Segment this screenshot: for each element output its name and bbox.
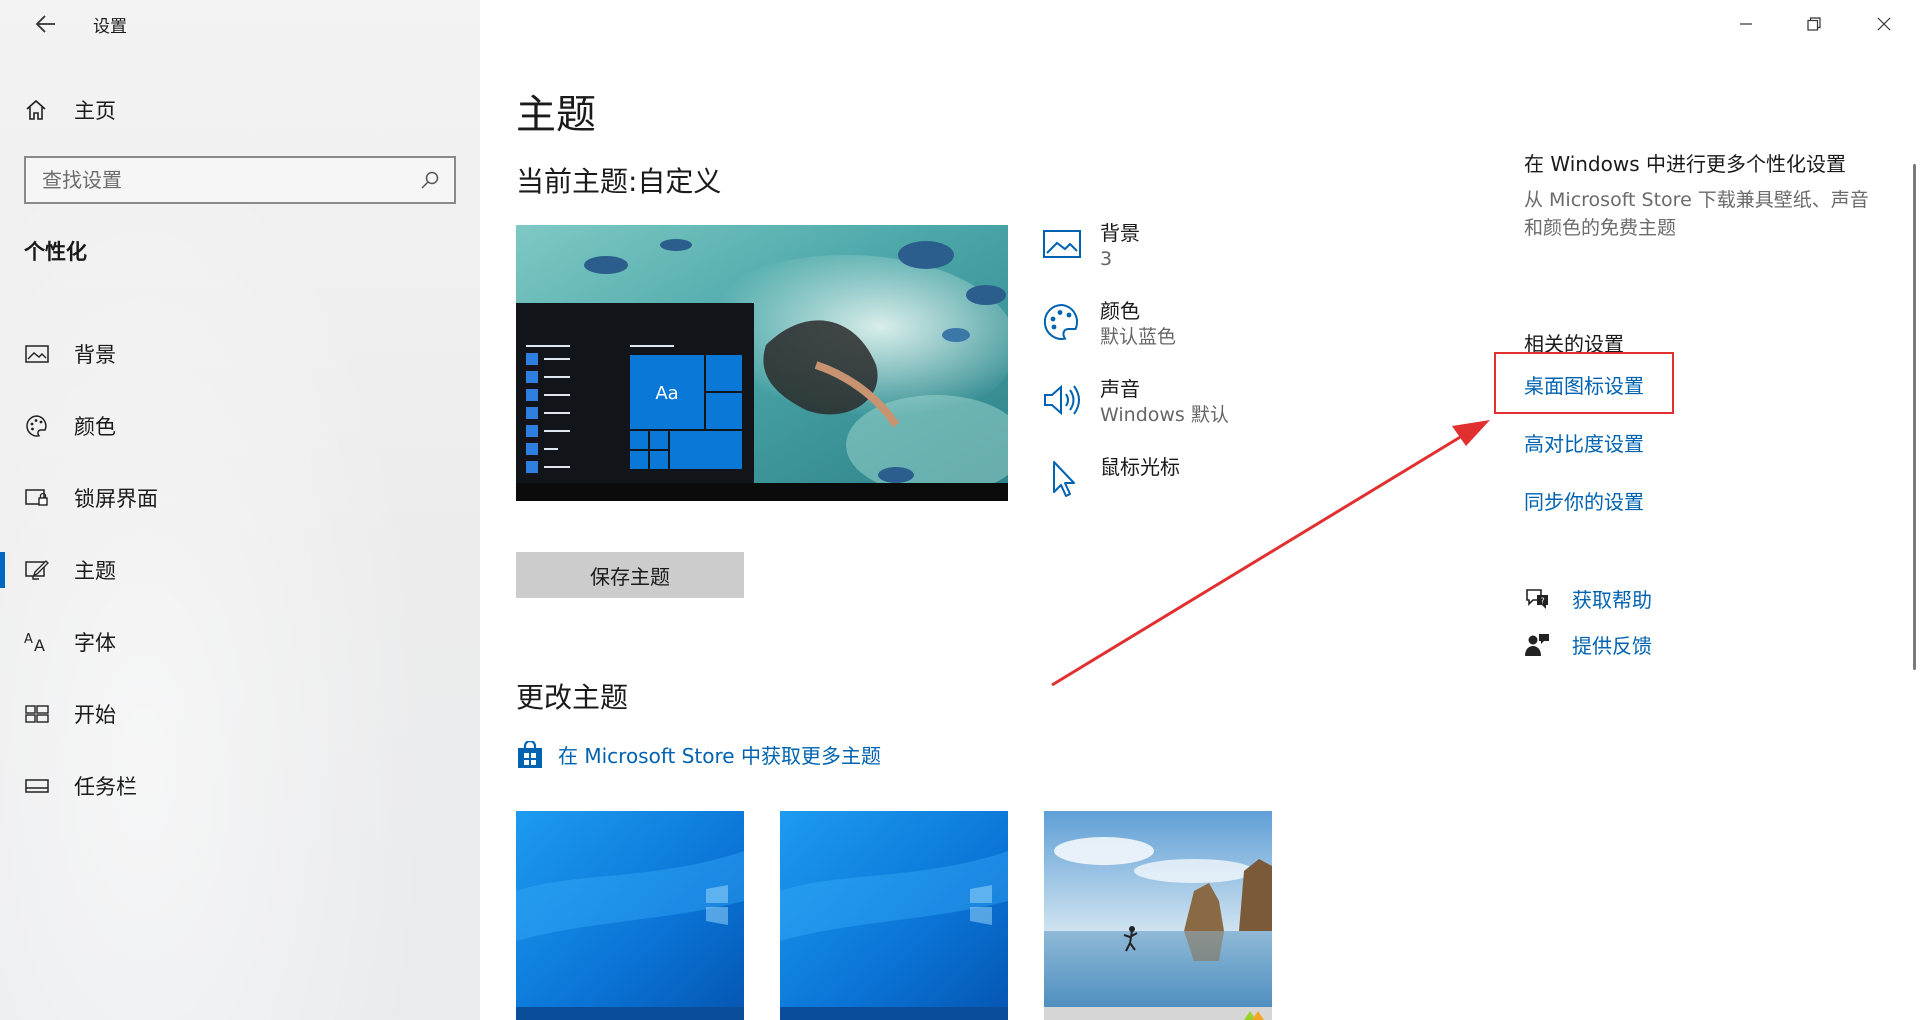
get-help-link[interactable]: ? 获取帮助 — [1524, 584, 1652, 613]
related-settings-heading: 相关的设置 — [1524, 332, 1624, 356]
sidebar-item-taskbar[interactable]: 任务栏 — [0, 750, 480, 822]
palette-icon — [1040, 300, 1084, 344]
get-help-label: 获取帮助 — [1572, 588, 1652, 612]
feedback-link[interactable]: 提供反馈 — [1524, 630, 1652, 659]
sidebar-item-background[interactable]: 背景 — [0, 318, 480, 390]
svg-text:?: ? — [1541, 596, 1545, 605]
close-icon — [1877, 17, 1891, 31]
nav-list: 背景 颜色 锁屏界面 主题 AA 字体 开始 任务栏 — [0, 318, 480, 822]
windows-theme-image — [516, 811, 744, 1020]
sidebar-item-label: 主题 — [74, 559, 116, 583]
property-name: 鼠标光标 — [1100, 455, 1180, 479]
beach-theme-image — [1044, 811, 1272, 1020]
theme-icon — [24, 557, 50, 583]
home-label: 主页 — [74, 99, 116, 123]
current-theme-heading: 当前主题:自定义 — [516, 165, 722, 198]
property-background[interactable]: 背景 3 — [1040, 220, 1280, 298]
save-theme-button[interactable]: 保存主题 — [516, 552, 744, 598]
speaker-icon — [1040, 378, 1084, 422]
scrollbar[interactable] — [1913, 164, 1916, 670]
sidebar-item-label: 任务栏 — [74, 775, 137, 799]
sidebar-item-label: 开始 — [74, 703, 116, 727]
minimize-icon — [1740, 23, 1752, 25]
theme-preview-image: Aa — [516, 225, 1008, 501]
sidebar: 设置 主页 个性化 背景 颜色 — [0, 0, 480, 1020]
search-box[interactable] — [24, 156, 456, 204]
property-cursor[interactable]: 鼠标光标 — [1040, 454, 1280, 532]
windows-theme-image — [780, 811, 1008, 1020]
restore-button[interactable] — [1780, 0, 1848, 48]
svg-text:A: A — [34, 636, 45, 653]
back-button[interactable] — [22, 8, 70, 40]
desktop-icon-settings-link[interactable]: 桌面图标设置 — [1524, 370, 1644, 399]
personalize-more-section: 在 Windows 中进行更多个性化设置 从 Microsoft Store 下… — [1524, 150, 1884, 242]
sidebar-item-colors[interactable]: 颜色 — [0, 390, 480, 462]
property-color[interactable]: 颜色 默认蓝色 — [1040, 298, 1280, 376]
lock-screen-icon — [24, 485, 50, 511]
property-value: 3 — [1100, 248, 1113, 270]
search-input[interactable] — [26, 158, 412, 202]
personalize-more-description: 从 Microsoft Store 下载兼具壁纸、声音和颜色的免费主题 — [1524, 189, 1869, 239]
property-name: 颜色 — [1100, 299, 1140, 323]
home-icon — [26, 99, 46, 120]
cursor-icon — [1040, 456, 1084, 500]
help-chat-icon: ? — [1526, 588, 1548, 609]
close-button[interactable] — [1850, 0, 1918, 48]
store-link-label: 在 Microsoft Store 中获取更多主题 — [558, 744, 881, 768]
sidebar-item-fonts[interactable]: AA 字体 — [0, 606, 480, 678]
theme-preview[interactable]: Aa — [516, 225, 1008, 501]
sidebar-item-label: 锁屏界面 — [74, 487, 158, 511]
sidebar-item-lock-screen[interactable]: 锁屏界面 — [0, 462, 480, 534]
theme-thumbnail[interactable] — [1044, 811, 1272, 1020]
restore-icon — [1807, 17, 1821, 31]
store-bag-icon — [518, 740, 542, 768]
app-title: 设置 — [93, 17, 127, 37]
feedback-label: 提供反馈 — [1572, 634, 1652, 658]
svg-text:A: A — [24, 632, 33, 647]
sidebar-item-label: 颜色 — [74, 415, 116, 439]
start-icon — [24, 701, 50, 727]
property-name: 声音 — [1100, 377, 1140, 401]
sidebar-item-label: 字体 — [74, 631, 116, 655]
property-sound[interactable]: 声音 Windows 默认 — [1040, 376, 1280, 454]
search-icon[interactable] — [412, 162, 448, 198]
change-theme-heading: 更改主题 — [516, 681, 629, 714]
sync-settings-link[interactable]: 同步你的设置 — [1524, 486, 1644, 515]
picture-icon — [24, 341, 50, 367]
theme-thumbnail[interactable] — [516, 811, 744, 1020]
sidebar-item-start[interactable]: 开始 — [0, 678, 480, 750]
taskbar-icon — [24, 773, 50, 799]
theme-properties: 背景 3 颜色 默认蓝色 声音 Windows 默认 鼠标光标 — [1040, 220, 1280, 532]
high-contrast-settings-link[interactable]: 高对比度设置 — [1524, 428, 1644, 457]
preview-tile-label: Aa — [655, 383, 678, 404]
store-themes-link[interactable]: 在 Microsoft Store 中获取更多主题 — [516, 740, 881, 769]
font-icon: AA — [24, 629, 50, 655]
sidebar-item-label: 背景 — [74, 343, 116, 367]
personalize-more-heading: 在 Windows 中进行更多个性化设置 — [1524, 152, 1846, 176]
back-arrow-icon — [35, 15, 55, 33]
page-title: 主题 — [516, 92, 596, 138]
palette-icon — [24, 413, 50, 439]
minimize-button[interactable] — [1712, 0, 1780, 48]
sidebar-item-themes[interactable]: 主题 — [0, 534, 480, 606]
property-name: 背景 — [1100, 221, 1140, 245]
property-value: Windows 默认 — [1100, 404, 1229, 426]
feedback-person-icon — [1525, 633, 1549, 656]
section-label: 个性化 — [24, 240, 87, 264]
sidebar-item-home[interactable]: 主页 — [24, 92, 116, 128]
property-value: 默认蓝色 — [1100, 326, 1177, 348]
picture-icon — [1040, 222, 1084, 266]
theme-thumbnail[interactable] — [780, 811, 1008, 1020]
